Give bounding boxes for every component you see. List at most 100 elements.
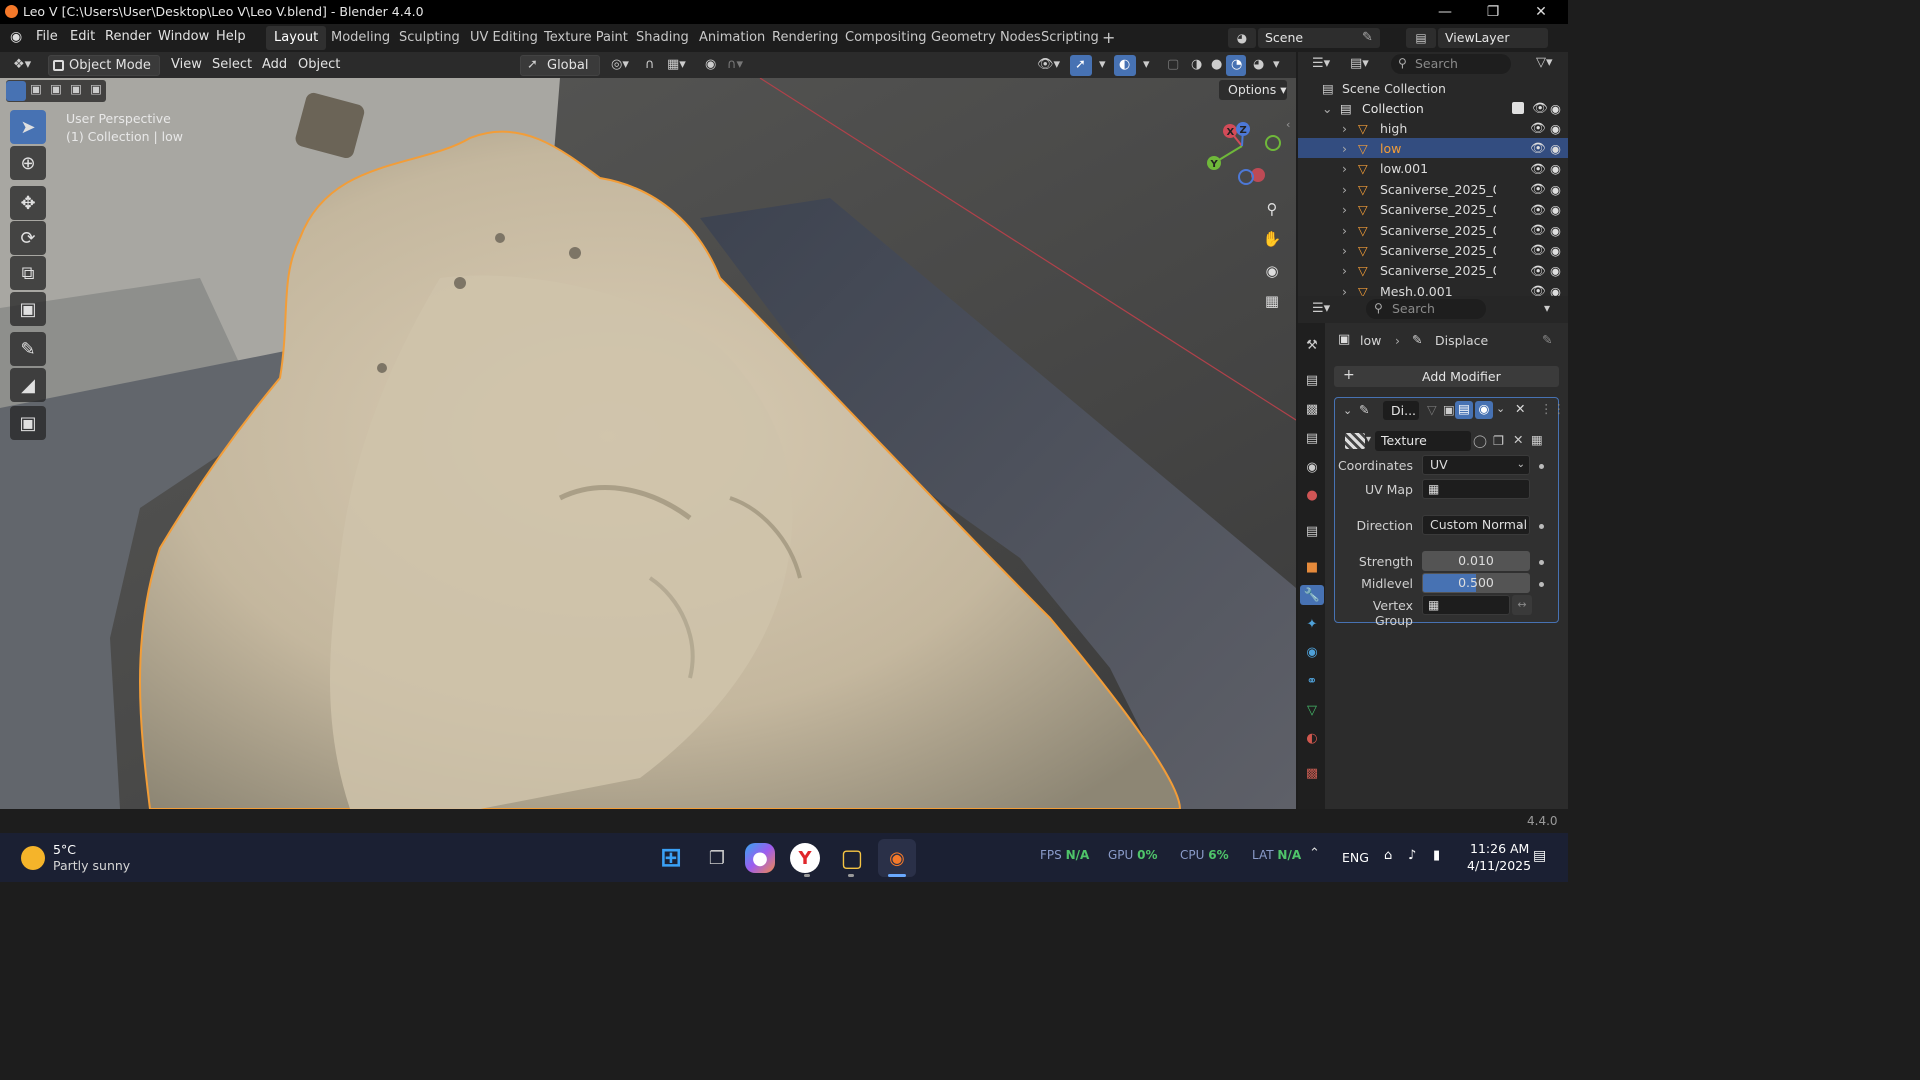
exclude-checkbox[interactable] bbox=[1512, 102, 1524, 114]
weather-sun-icon[interactable] bbox=[21, 846, 45, 870]
eye-icon[interactable]: 👁 bbox=[1530, 181, 1550, 197]
unlink-texture-icon[interactable]: ✕ bbox=[1513, 432, 1523, 447]
options-dropdown[interactable]: Options ▾ bbox=[1219, 80, 1287, 100]
camera-icon[interactable]: ◉ bbox=[1550, 182, 1568, 197]
menu-help[interactable]: Help bbox=[216, 29, 246, 44]
invert-vertex-group-icon[interactable]: ↔ bbox=[1512, 595, 1532, 615]
eye-icon[interactable]: 👁 bbox=[1530, 202, 1550, 218]
eye-icon[interactable]: 👁 bbox=[1530, 140, 1550, 156]
expand-icon[interactable]: › bbox=[1342, 182, 1358, 197]
tab-sculpting[interactable]: Sculpting bbox=[391, 26, 468, 50]
material-preview-shading-icon[interactable]: ◔ bbox=[1226, 55, 1246, 76]
tab-modeling[interactable]: Modeling bbox=[323, 26, 398, 50]
render-tab-icon[interactable]: ▤ bbox=[1302, 370, 1322, 390]
shading-menu-icon[interactable]: ▾ bbox=[1268, 55, 1285, 76]
camera-icon[interactable]: ◉ bbox=[1550, 202, 1568, 217]
eye-icon[interactable]: 👁 bbox=[1530, 242, 1550, 258]
pin-icon[interactable]: ✎ bbox=[1362, 30, 1373, 45]
rotate-tool-icon[interactable]: ⟳ bbox=[10, 221, 46, 255]
drag-handle-icon[interactable]: ⋮⋮ bbox=[1540, 401, 1565, 416]
chevron-up-icon[interactable]: ⌃ bbox=[1309, 846, 1320, 861]
transform-tool-icon[interactable]: ▣ bbox=[10, 292, 46, 326]
expand-icon[interactable]: › bbox=[1342, 243, 1358, 258]
select-subtract-icon[interactable]: ▣ bbox=[46, 81, 66, 101]
blender-taskbar-icon[interactable]: ◉ bbox=[878, 839, 916, 877]
outliner-item[interactable]: › ▽ Scaniverse_2025_04 👁 ◉ bbox=[1298, 261, 1568, 281]
view-layer-selector-icon[interactable]: ▤ bbox=[1406, 28, 1436, 48]
outliner-search-input[interactable]: Search bbox=[1391, 54, 1511, 74]
modifier-name-field[interactable]: Di... bbox=[1383, 401, 1419, 420]
tab-texture-paint[interactable]: Texture Paint bbox=[536, 26, 636, 50]
camera-icon[interactable]: ◉ bbox=[1550, 243, 1568, 258]
camera-icon[interactable]: ◉ bbox=[1550, 161, 1568, 176]
object-mode-dropdown[interactable]: Object Mode bbox=[48, 55, 160, 76]
texture-checker-icon[interactable] bbox=[1345, 433, 1365, 449]
close-icon[interactable]: ✕ bbox=[1518, 0, 1564, 24]
navigation-gizmo[interactable]: X Z Y bbox=[1196, 116, 1292, 202]
language-indicator[interactable]: ENG bbox=[1342, 850, 1369, 865]
visibility-icon[interactable]: 👁▾ bbox=[1032, 55, 1065, 76]
properties-search-input[interactable]: Search bbox=[1366, 299, 1486, 319]
filter-icon[interactable]: ▽▾ bbox=[1536, 55, 1553, 70]
snap-target-icon[interactable]: ▦▾ bbox=[662, 55, 691, 76]
outliner-item[interactable]: › ▽ Scaniverse_2025_04 👁 ◉ bbox=[1298, 220, 1568, 240]
eye-icon[interactable]: 👁 bbox=[1530, 222, 1550, 238]
outliner-scene-collection[interactable]: ▤ Scene Collection bbox=[1298, 78, 1568, 98]
pin-properties-icon[interactable]: ✎ bbox=[1542, 332, 1552, 347]
expand-icon[interactable]: › bbox=[1342, 202, 1358, 217]
annotate-tool-icon[interactable]: ✎ bbox=[10, 332, 46, 366]
camera-icon[interactable]: ◉ bbox=[1550, 223, 1568, 238]
measure-tool-icon[interactable]: ◢ bbox=[10, 368, 46, 402]
data-tab-icon[interactable]: ▽ bbox=[1302, 700, 1322, 720]
menu-edit[interactable]: Edit bbox=[70, 29, 95, 44]
texture-settings-icon[interactable]: ▦ bbox=[1531, 432, 1543, 447]
notifications-icon[interactable]: ▤ bbox=[1533, 848, 1546, 864]
tab-layout[interactable]: Layout bbox=[266, 26, 327, 50]
tab-compositing[interactable]: Compositing bbox=[837, 26, 935, 50]
select-box-tool-icon[interactable]: ➤ bbox=[10, 110, 46, 144]
3d-viewport[interactable]: User Perspective (1) Collection | low ▣ … bbox=[0, 78, 1296, 809]
solid-shading-icon[interactable]: ● bbox=[1206, 55, 1227, 76]
render-toggle-icon[interactable]: ◉ bbox=[1475, 401, 1493, 419]
viewport-menu-add[interactable]: Add bbox=[257, 55, 292, 76]
expand-icon[interactable]: › bbox=[1342, 141, 1358, 156]
camera-icon[interactable]: ◉ bbox=[1550, 101, 1568, 116]
overlays-menu-icon[interactable]: ▾ bbox=[1138, 55, 1155, 76]
eye-icon[interactable]: 👁 bbox=[1530, 120, 1550, 136]
tab-rendering[interactable]: Rendering bbox=[764, 26, 846, 50]
tab-shading[interactable]: Shading bbox=[628, 26, 697, 50]
modifier-dropdown-icon[interactable]: ⌄ bbox=[1496, 402, 1505, 415]
select-intersect-icon[interactable]: ▣ bbox=[86, 81, 106, 101]
cursor-tool-icon[interactable]: ⊕ bbox=[10, 146, 46, 180]
modifier-collapse-icon[interactable]: ⌄ bbox=[1343, 404, 1352, 417]
select-new-icon[interactable] bbox=[6, 81, 26, 101]
maximize-icon[interactable]: ❐ bbox=[1470, 0, 1516, 24]
overlays-toggle-icon[interactable]: ◐ bbox=[1114, 55, 1136, 76]
battery-icon[interactable]: ▮ bbox=[1433, 848, 1440, 863]
collection-tab-icon[interactable]: ▤ bbox=[1302, 521, 1322, 541]
fake-user-icon[interactable]: ◯ bbox=[1473, 433, 1487, 448]
file-explorer-icon[interactable]: ▢ bbox=[835, 841, 869, 875]
viewport-display-toggle-icon[interactable]: ▤ bbox=[1455, 401, 1473, 419]
texture-name-field[interactable]: Texture bbox=[1375, 431, 1471, 451]
display-mode-icon[interactable]: ▤▾ bbox=[1350, 56, 1369, 71]
windows-start-icon[interactable]: ⊞ bbox=[654, 841, 688, 875]
outliner-item[interactable]: › ▽ Scaniverse_2025_04 👁 ◉ bbox=[1298, 179, 1568, 199]
clock-date[interactable]: 4/11/2025 bbox=[1467, 858, 1531, 873]
outliner-collection[interactable]: ⌄ ▤ Collection 👁 ◉ bbox=[1298, 98, 1568, 118]
scene-selector-icon[interactable]: ◕ bbox=[1228, 28, 1256, 48]
keyframe-dot-icon[interactable] bbox=[1539, 464, 1544, 469]
select-extend-icon[interactable]: ▣ bbox=[26, 81, 46, 101]
scene-tab-icon[interactable]: ◉ bbox=[1302, 457, 1322, 477]
direction-dropdown[interactable]: Custom Normal ⌄ bbox=[1422, 515, 1530, 535]
expand-icon[interactable]: › bbox=[1342, 263, 1358, 278]
select-invert-icon[interactable]: ▣ bbox=[66, 81, 86, 101]
blender-menu-icon[interactable]: ◉ bbox=[10, 29, 28, 45]
wireframe-shading-icon[interactable]: ◑ bbox=[1186, 55, 1207, 76]
modifier-tab-icon[interactable]: 🔧 bbox=[1300, 585, 1324, 605]
scale-tool-icon[interactable]: ⧉ bbox=[10, 256, 46, 290]
camera-icon[interactable]: ◉ bbox=[1550, 121, 1568, 136]
pan-hand-icon[interactable]: ✋ bbox=[1258, 225, 1286, 253]
gizmo-neg-z-axis[interactable] bbox=[1238, 169, 1254, 185]
eye-icon[interactable]: 👁 bbox=[1530, 161, 1550, 177]
